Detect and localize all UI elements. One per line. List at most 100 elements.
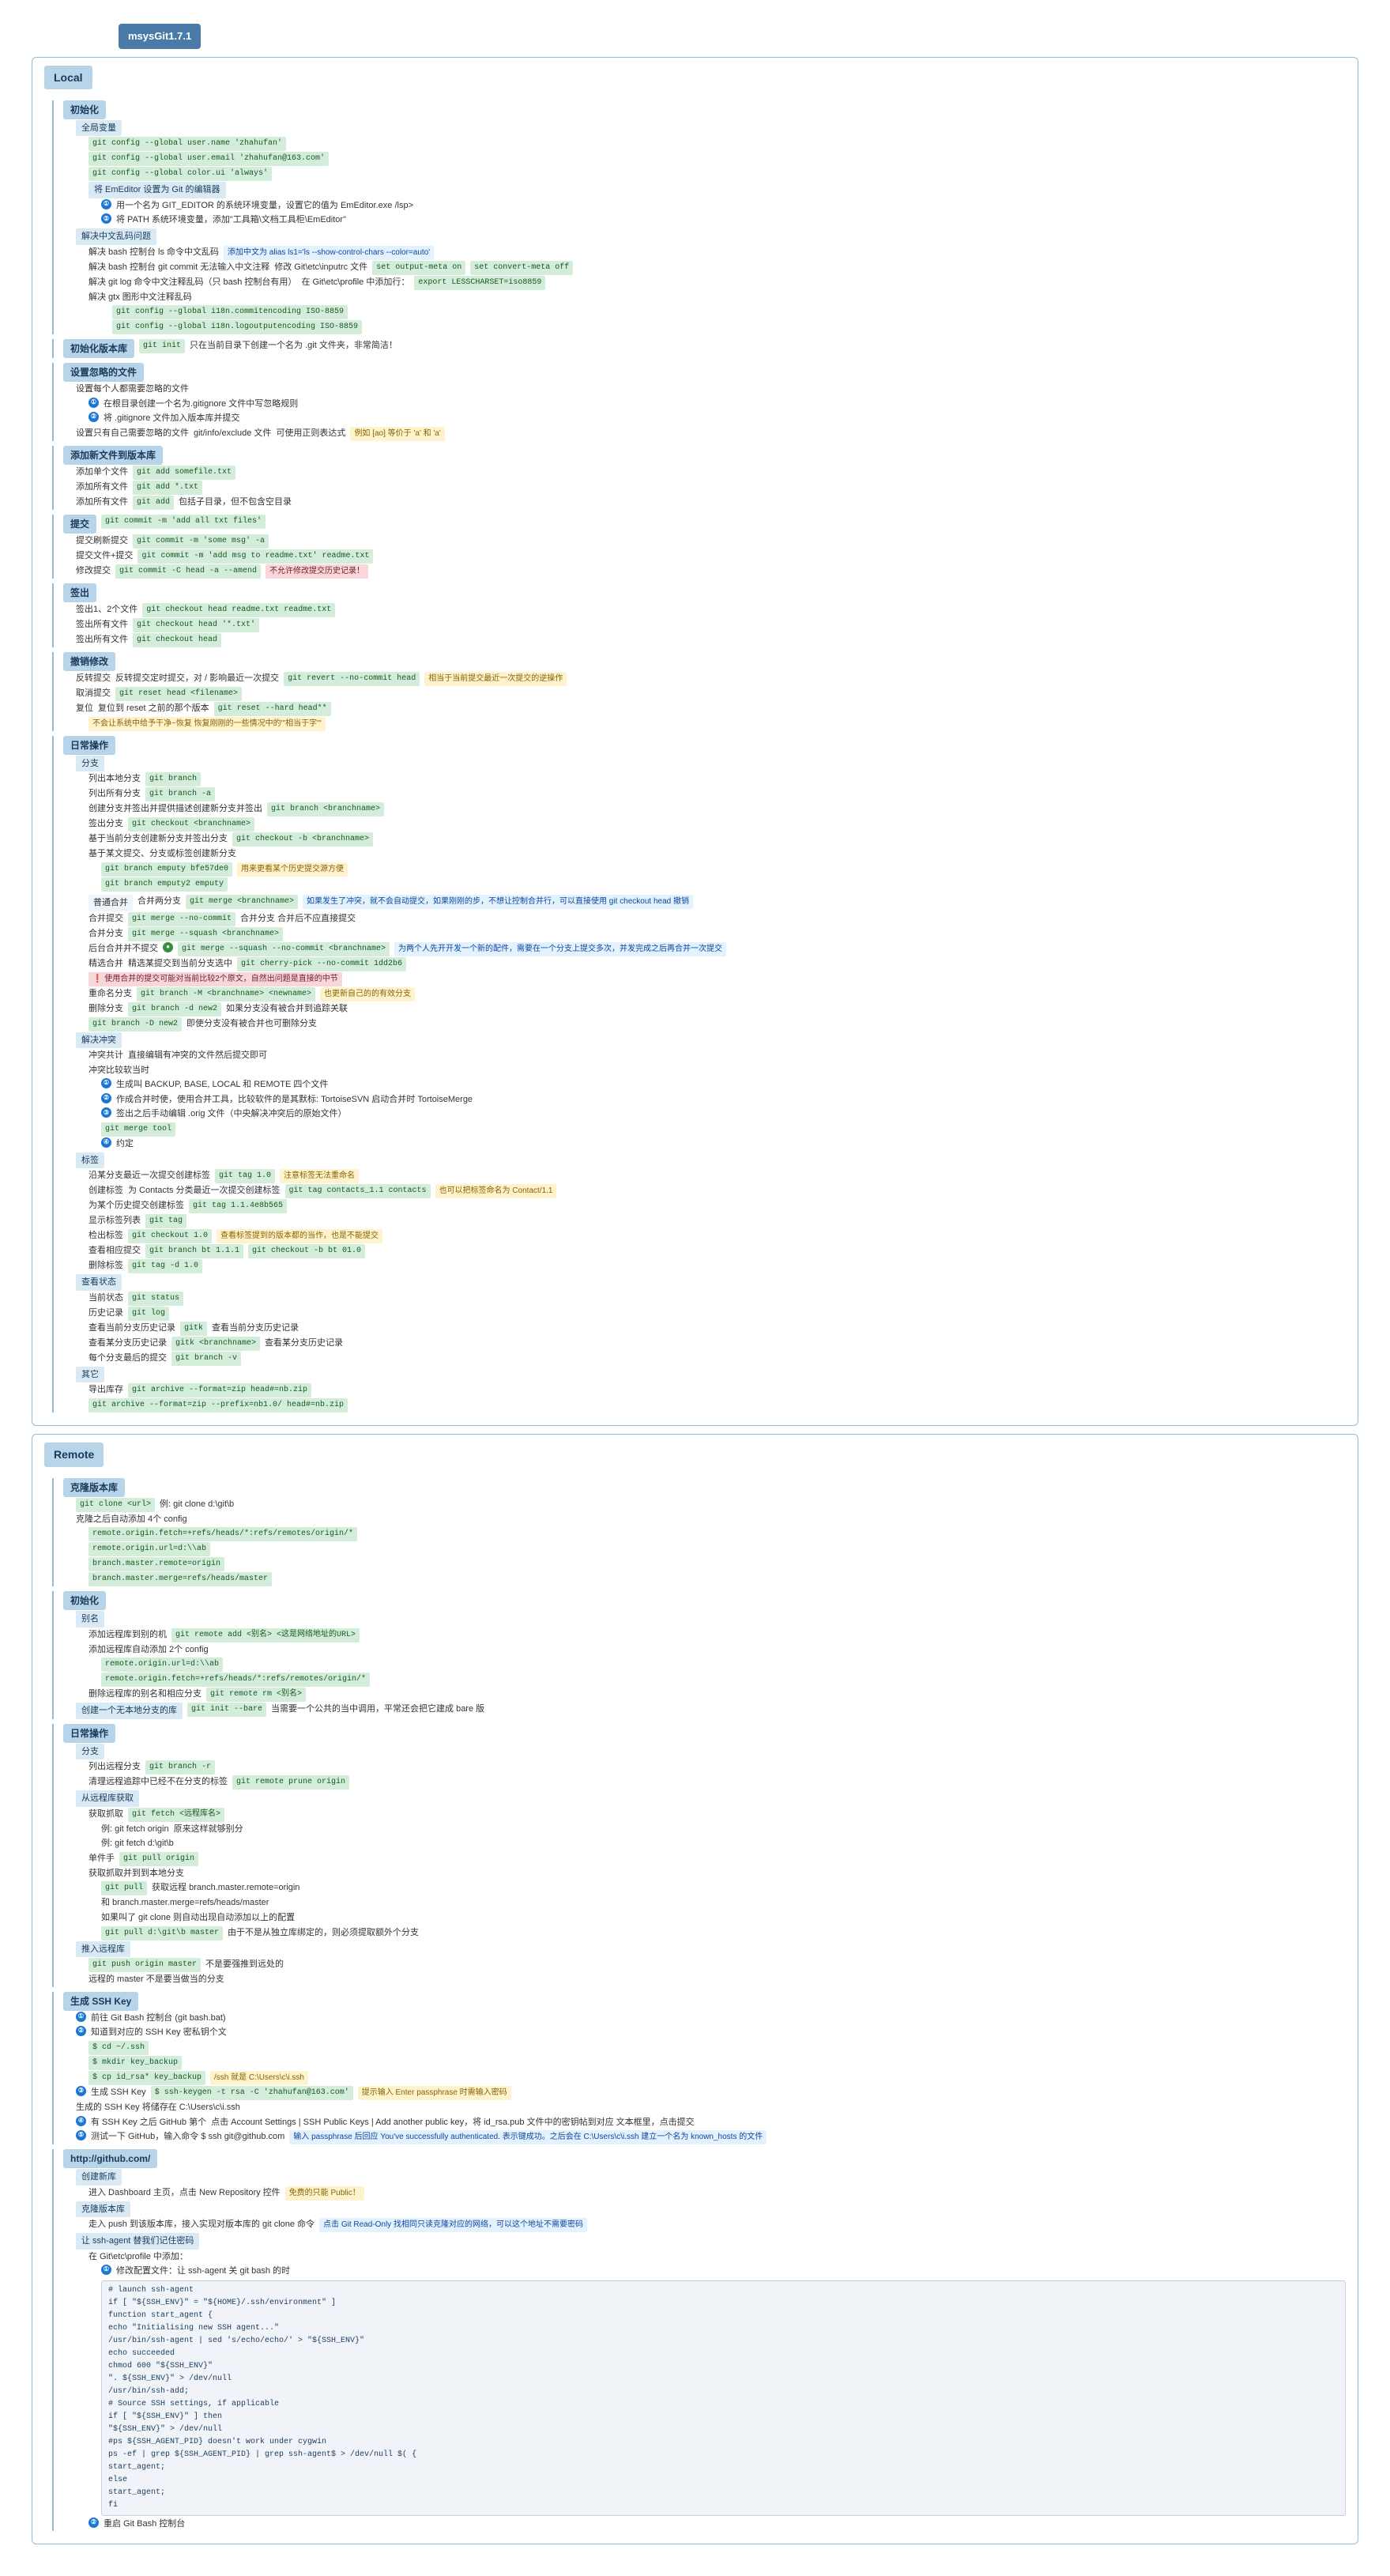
remote-init-section: 初始化 别名 添加远程库到别的机 git remote add <别名> <这是… — [52, 1591, 1346, 1719]
cherry-warn: ❗ 使用合并的提交可能对当前比较2个原文，自然出问题是直接的中节 — [89, 972, 342, 986]
tag-6c: git checkout -b bt 01.0 — [248, 1244, 365, 1258]
cherry-pick-cmd: git cherry-pick --no-commit 1dd2b6 — [237, 957, 406, 971]
add-files-content: 添加单个文件 git add somefile.txt 添加所有文件 git a… — [76, 466, 1346, 510]
fix-3a: 解决 git log 命令中文注释乱码（只 bash 控制台有用） — [89, 276, 296, 290]
oth-2: git archive --format=zip --prefix=nb1.0/… — [89, 1398, 348, 1412]
other-section: 其它 导出库存 git archive --format=zip head#=n… — [76, 1367, 1346, 1413]
br-delete-note: 如果分支没有被合并到追踪关联 — [226, 1002, 348, 1016]
fix-2b: 修改 Git\etc\inputrc 文件 — [274, 261, 367, 275]
branch-content: 列出本地分支 git branch 列出所有分支 git branch -a 创… — [89, 772, 1346, 1031]
tag-6a: 查看相应提交 — [89, 1244, 141, 1258]
fetch-1b: git fetch <远程库名> — [128, 1808, 224, 1822]
add-files-label: 添加新文件到版本库 — [63, 446, 163, 465]
br-checkout: 签出分支 — [89, 817, 123, 832]
tag-1a: 沿某分支最近一次提交创建标签 — [89, 1169, 210, 1183]
br-rename-cmd: git branch -M <branchname> <newname> — [137, 987, 315, 1001]
fix-1b: 添加中文为 alias ls1='ls --show-control-chars… — [224, 246, 434, 260]
br-rename: 重命名分支 — [89, 987, 132, 1001]
daily-section: 日常操作 分支 列出本地分支 git branch 列出所有分支 git bra… — [52, 736, 1346, 1412]
clone-content: git clone <url> 例: git clone d:\git\b 克隆… — [76, 1498, 1346, 1587]
create-repo-content: 进入 Dashboard 主页，点击 New Repository 控件 免费的… — [89, 2186, 1346, 2201]
commit-3b: git commit -C head -a --amend — [115, 564, 261, 579]
init-repo-note: 只在当前目录下创建一个名为 .git 文件夹，非常简洁！ — [190, 339, 397, 353]
tag-1c: 注意标签无法重命名 — [280, 1169, 359, 1183]
github-section: http://github.com/ 创建新库 进入 Dashboard 主页，… — [52, 2149, 1346, 2531]
pull-2-detail: git pull 获取远程 branch.master.remote=origi… — [101, 1881, 1346, 1940]
conf-2c: 作成合并时使，使用合并工具，比较软件的是其默标: TortoiseSVN 启动合… — [116, 1093, 473, 1107]
ssh-section-label: 生成 SSH Key — [63, 1992, 138, 2011]
fix-3b: 在 Git\etc\profile 中添加行： — [301, 276, 409, 290]
clone-repo-content: 走入 push 到该版本库，接入实现对版本库的 git clone 命令 点击 … — [89, 2218, 1346, 2232]
undo-1a: 反转提交 — [76, 672, 111, 686]
gv-2: git config --global user.email 'zhahufan… — [89, 152, 329, 166]
br-new: 基于当前分支创建新分支并签出分支 — [89, 832, 228, 847]
br-delete-force: git branch -D new2 — [89, 1017, 182, 1032]
br-rename-note: 也更新自己的的有效分支 — [320, 987, 415, 1001]
cc-3: branch.master.remote=origin — [89, 1557, 224, 1571]
ssh-4b: 点击 Account Settings | SSH Public Keys | … — [211, 2116, 695, 2130]
br-create: 创建分支并签出并提供描述创建新分支并签出 — [89, 802, 262, 817]
pull-2g: 由于不是从独立库绑定的，则必须提取额外个分支 — [228, 1926, 419, 1940]
clone-repo-label: 克隆版本库 — [76, 2201, 130, 2218]
st-5b: git branch -v — [171, 1352, 241, 1366]
rb-2b: git remote prune origin — [232, 1775, 349, 1790]
undo-2b: git reset head <filename> — [115, 687, 242, 701]
merge-commit-note: 合并分支 合并后不应直接提交 — [240, 912, 356, 926]
pull-2e: 如果叫了 git clone 则自动出现自动添加以上的配置 — [101, 1911, 295, 1925]
al-2a: 添加远程库自动添加 2个 config — [89, 1643, 209, 1658]
gv-3: git config --global color.ui 'always' — [89, 167, 272, 181]
commit-label: 提交 — [63, 515, 96, 534]
gi-1-detail: ① 在根目录创建一个名为.gitignore 文件中写忽略规则 ② 将 .git… — [89, 398, 1346, 426]
gi-1c: 将 .gitignore 文件加入版本库并提交 — [104, 412, 239, 426]
tag-1b: git tag 1.0 — [215, 1169, 275, 1183]
br-delete: 删除分支 — [89, 1002, 123, 1016]
ssh-1: 前往 Git Bash 控制台 (git bash.bat) — [91, 2012, 226, 2026]
ssh-2-cmds: $ cd ~/.ssh $ mkdir key_backup $ cp id_r… — [89, 2041, 1346, 2085]
tag-3b: git tag 1.1.4e8b565 — [189, 1199, 287, 1213]
al-c2: remote.origin.fetch=+refs/heads/*:refs/r… — [101, 1673, 370, 1687]
merge-squash2: 后台合并并不提交 — [89, 942, 158, 956]
st-2a: 历史记录 — [89, 1307, 123, 1321]
clr-1a: 走入 push 到该版本库，接入实现对版本库的 git clone 命令 — [89, 2218, 315, 2232]
gi-2b: git/info/exclude 文件 — [194, 427, 271, 441]
tag-5b: git checkout 1.0 — [128, 1229, 212, 1243]
clone-section: 克隆版本库 git clone <url> 例: git clone d:\gi… — [52, 1478, 1346, 1587]
undo-1d: 相当于当前提交最近一次提交的逆操作 — [424, 672, 567, 686]
al-1a: 添加远程库到别的机 — [89, 1628, 167, 1643]
gi-1b: 在根目录创建一个名为.gitignore 文件中写忽略规则 — [104, 398, 298, 412]
tag-7a: 删除标签 — [89, 1259, 123, 1273]
pull-2c: 获取远程 branch.master.remote=origin — [152, 1881, 299, 1895]
conf-1: 冲突共计 — [89, 1049, 123, 1063]
global-vars: 全局变量 git config --global user.name 'zhah… — [76, 120, 1346, 228]
conf-2-detail: ① 生成叫 BACKUP, BASE, LOCAL 和 REMOTE 四个文件 … — [101, 1078, 1346, 1151]
ssh-agent-label: 让 ssh-agent 替我们记住密码 — [76, 2233, 199, 2250]
bare-label: 创建一个无本地分支的库 — [76, 1703, 183, 1719]
clone-ex: 例: git clone d:\git\b — [160, 1498, 234, 1512]
ssh-section: 生成 SSH Key ① 前往 Git Bash 控制台 (git bash.b… — [52, 1992, 1346, 2144]
st-2b: git log — [128, 1307, 169, 1321]
af-1b: git add somefile.txt — [133, 466, 235, 480]
tags-content: 沿某分支最近一次提交创建标签 git tag 1.0 注意标签无法重命名 创建标… — [89, 1169, 1346, 1273]
br-base-detail: git branch emputy bfe57de0 用来更看某个历史提交源方便… — [101, 862, 1346, 892]
undo-1b: 反转提交定时提交，对 / 影响最近一次提交 — [115, 672, 279, 686]
co-3b: git checkout head — [133, 633, 221, 647]
gi-dot2: ② — [89, 412, 99, 422]
br-checkout-cmd: git checkout <branchname> — [128, 817, 254, 832]
remote-title: Remote — [44, 1443, 104, 1466]
global-vars-label: 全局变量 — [76, 120, 122, 137]
editor-item1: 用一个名为 GIT_EDITOR 的系统环境变量，设置它的值为 EmEditor… — [116, 199, 413, 213]
merge-squash2-note: 为两个人先开开发一个新的配件，需要在一个分支上提交多次，并发完成之后再合并一次提… — [394, 942, 726, 956]
oth-1b: git archive --format=zip head#=nb.zip — [128, 1383, 311, 1397]
bare-cmd: git init --bare — [187, 1703, 266, 1717]
cherry-pick-desc: 精选某提交到当前分支选中 — [128, 957, 232, 971]
fetch-1-detail: 例: git fetch origin 原来这样就够别分 例: git fetc… — [101, 1823, 1346, 1851]
push-content: git push origin master 不是要强推到远处的 远程的 mas… — [89, 1958, 1346, 1987]
cr-1b: 免费的只能 Public！ — [285, 2186, 364, 2201]
undo-3-note: 不会让系统中给予干净~恢复 恢复刚刚的一些情况中的'"相当于字'" — [89, 717, 1346, 731]
gi-2a: 设置只有自己需要忽略的文件 — [76, 427, 189, 441]
fix-3c: export LESSCHARSET=iso8859 — [414, 276, 545, 290]
conflict-section: 解决冲突 冲突共计 直接编辑有冲突的文件然后提交即可 冲突比较软当时 ① 生成叫… — [76, 1032, 1346, 1152]
gitignore-content: 设置每个人都需要忽略的文件 ① 在根目录创建一个名为.gitignore 文件中… — [76, 383, 1346, 441]
gitignore-label: 设置忽略的文件 — [63, 363, 144, 382]
page-content: msysGit1.7.1 Local 初始化 全局变量 git config -… — [16, 16, 1374, 2560]
